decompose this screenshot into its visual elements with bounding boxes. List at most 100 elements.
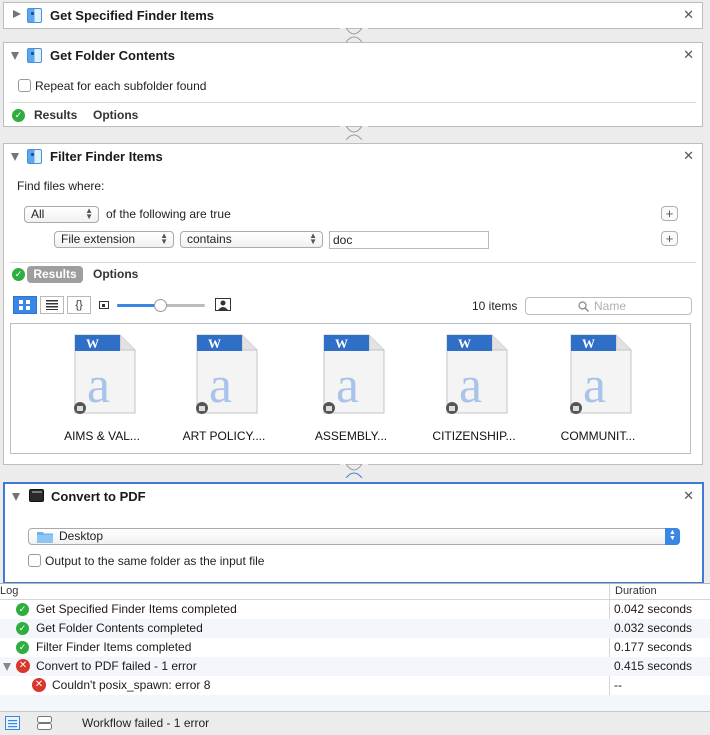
log-view-icon[interactable] <box>5 716 20 730</box>
file-name: AIMS & VAL... <box>64 429 140 443</box>
folder-icon <box>37 532 53 543</box>
log-row[interactable]: ✕ Convert to PDF failed - 1 error 0.415 … <box>0 657 710 676</box>
match-all-popup[interactable]: All ▲ ▼ <box>24 206 99 223</box>
file-item[interactable]: W a ASSEMBLY... <box>291 332 411 448</box>
divider <box>10 102 696 103</box>
tab-options[interactable]: Options <box>93 267 138 281</box>
log-message: Get Specified Finder Items completed <box>36 602 237 616</box>
word-document-icon: W a <box>323 334 385 414</box>
find-files-label: Find files where: <box>17 179 105 193</box>
log-header: Log Duration <box>0 584 710 600</box>
match-suffix-label: of the following are true <box>106 207 231 221</box>
variables-view-icon[interactable] <box>37 716 52 730</box>
checkbox-label: Output to the same folder as the input f… <box>45 554 265 568</box>
log-row[interactable]: ✓ Filter Finder Items completed 0.177 se… <box>0 638 710 657</box>
disclosure-triangle-icon[interactable] <box>11 153 19 161</box>
action-title: Filter Finder Items <box>50 149 163 164</box>
grid-icon <box>19 300 30 310</box>
finder-icon <box>27 48 42 63</box>
icon-view-button[interactable] <box>13 296 37 314</box>
close-icon[interactable]: ✕ <box>683 8 694 21</box>
log-duration: 0.415 seconds <box>614 659 693 673</box>
duration-column-header[interactable]: Duration <box>615 585 657 597</box>
close-icon[interactable]: ✕ <box>683 489 694 502</box>
action-title: Get Folder Contents <box>50 48 175 63</box>
same-folder-checkbox[interactable] <box>28 554 41 567</box>
action-header[interactable]: Get Folder Contents ✕ <box>4 43 702 70</box>
item-count: 10 items <box>472 299 518 313</box>
criteria-field-popup[interactable]: File extension ▲ ▼ <box>54 231 174 248</box>
popup-value: File extension <box>61 232 136 246</box>
disclosure-triangle-icon[interactable] <box>3 663 11 671</box>
small-image-icon <box>99 301 109 309</box>
add-criteria-row-button[interactable]: + <box>661 231 678 246</box>
word-document-icon: W a <box>196 334 258 414</box>
svg-text:W: W <box>335 336 348 351</box>
svg-text:a: a <box>336 357 359 414</box>
popup-value: contains <box>187 232 232 246</box>
tab-options[interactable]: Options <box>93 108 138 122</box>
results-file-grid: W a AIMS & VAL... W a ART POLICY.... W a… <box>10 323 691 454</box>
word-document-icon: W a <box>74 334 136 414</box>
svg-text:a: a <box>87 357 110 414</box>
file-item[interactable]: W a CITIZENSHIP... <box>414 332 534 448</box>
log-column-header[interactable]: Log <box>0 585 18 597</box>
repeat-subfolder-checkbox[interactable] <box>18 79 31 92</box>
action-header[interactable]: Get Specified Finder Items ✕ <box>4 3 702 30</box>
tab-results[interactable]: Results <box>34 108 77 122</box>
file-item[interactable]: W a COMMUNIT... <box>538 332 658 448</box>
word-document-icon: W a <box>570 334 632 414</box>
search-placeholder: Name <box>594 299 627 313</box>
action-title: Convert to PDF <box>51 489 146 504</box>
log-row[interactable]: ✓ Get Specified Finder Items completed 0… <box>0 600 710 619</box>
log-row[interactable]: ✕ Couldn't posix_spawn: error 8 -- <box>0 676 710 695</box>
icon-size-slider[interactable] <box>117 299 205 312</box>
add-criteria-button[interactable]: + <box>661 206 678 221</box>
success-check-icon: ✓ <box>16 641 29 654</box>
svg-text:W: W <box>86 336 99 351</box>
file-item[interactable]: W a ART POLICY.... <box>164 332 284 448</box>
search-icon <box>578 301 589 312</box>
list-view-button[interactable] <box>40 296 64 314</box>
workflow-area: Get Specified Finder Items ✕ Get Folder … <box>0 0 710 584</box>
close-icon[interactable]: ✕ <box>683 48 694 61</box>
action-convert-to-pdf[interactable]: Convert to PDF ✕ Desktop ▲ ▼ Output to th… <box>3 482 704 584</box>
close-icon[interactable]: ✕ <box>683 149 694 162</box>
file-item[interactable]: W a AIMS & VAL... <box>42 332 162 448</box>
output-folder-popup[interactable]: Desktop ▲ ▼ <box>28 528 680 545</box>
log-row[interactable]: ✓ Get Folder Contents completed 0.032 se… <box>0 619 710 638</box>
search-input[interactable]: Name <box>525 297 692 315</box>
slider-knob[interactable] <box>154 299 167 312</box>
action-header[interactable]: Convert to PDF ✕ <box>5 484 702 511</box>
popup-value: All <box>31 207 45 221</box>
finder-icon <box>27 149 42 164</box>
bottom-status-bar: Workflow failed - 1 error <box>0 711 710 735</box>
popup-arrows-icon: ▲ ▼ <box>160 231 168 246</box>
disclosure-triangle-icon[interactable] <box>12 493 20 501</box>
criteria-operator-popup[interactable]: contains ▲ ▼ <box>180 231 323 248</box>
svg-text:W: W <box>582 336 595 351</box>
popup-value: Desktop <box>59 529 104 543</box>
file-name: CITIZENSHIP... <box>432 429 516 443</box>
svg-text:W: W <box>208 336 221 351</box>
success-check-icon: ✓ <box>12 109 25 122</box>
log-duration: -- <box>614 678 622 692</box>
error-icon: ✕ <box>16 659 30 673</box>
file-name: ART POLICY.... <box>182 429 266 443</box>
svg-text:a: a <box>583 357 606 414</box>
popup-arrows-icon: ▲ ▼ <box>85 206 93 221</box>
action-header[interactable]: Filter Finder Items ✕ <box>4 144 702 171</box>
success-check-icon: ✓ <box>16 622 29 635</box>
text-view-button[interactable]: {} <box>67 296 91 314</box>
disclosure-triangle-icon[interactable] <box>11 52 19 60</box>
action-get-specified-finder-items[interactable]: Get Specified Finder Items ✕ <box>3 2 703 29</box>
disclosure-triangle-icon[interactable] <box>13 10 21 18</box>
tab-results[interactable]: Results <box>27 266 83 283</box>
popup-arrows-icon: ▲ ▼ <box>309 231 317 246</box>
action-title: Get Specified Finder Items <box>50 8 214 23</box>
svg-text:a: a <box>209 357 232 414</box>
large-image-icon <box>215 298 231 311</box>
action-get-folder-contents[interactable]: Get Folder Contents ✕ Repeat for each su… <box>3 42 703 127</box>
action-connector <box>340 126 368 140</box>
criteria-value-field[interactable]: doc <box>329 231 489 249</box>
